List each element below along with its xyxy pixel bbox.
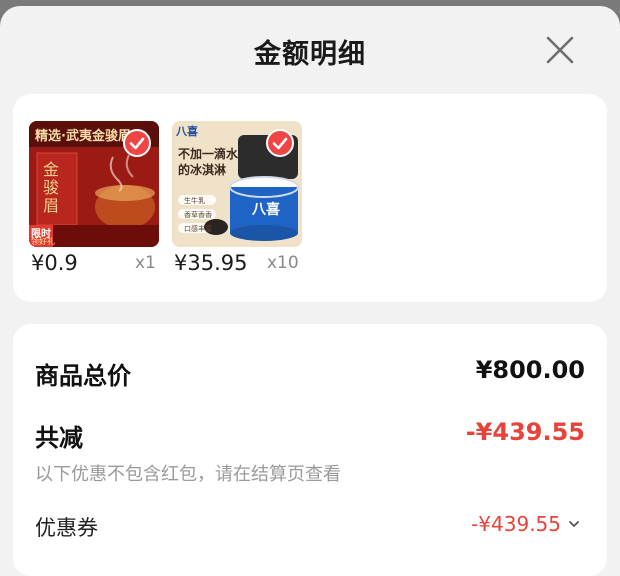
coupon-value: -¥439.55 xyxy=(471,512,561,536)
total-price-label: 商品总价 xyxy=(35,362,131,390)
product-price: ¥0.9 xyxy=(31,251,78,275)
thumb-tag: 口感丰富 xyxy=(184,225,212,233)
thumb-headline-line1: 不加一滴水 xyxy=(178,147,239,161)
sheet-title: 金额明细 xyxy=(254,39,366,70)
product-item[interactable]: 精选·武夷金骏眉 金骏眉 限时 领好礼 ¥0.9 x1 xyxy=(29,121,159,275)
discount-note: 以下优惠不包含红包，请在结算页查看 xyxy=(35,464,341,485)
amount-detail-sheet: 金额明细 精选·武夷金骏眉 金骏眉 限时 领好礼 ¥0.9 x1 八喜 不加一滴… xyxy=(0,6,620,576)
selected-check-icon xyxy=(123,129,151,157)
close-button[interactable] xyxy=(540,30,580,70)
total-discount-value: -¥439.55 xyxy=(465,418,585,446)
thumb-tag: 香草香香 xyxy=(184,211,212,219)
thumb-badge-sub: 领好礼 xyxy=(31,237,55,246)
thumb-headline-line2: 的冰淇淋 xyxy=(178,163,227,177)
sheet-header: 金额明细 xyxy=(0,6,620,94)
coupon-row-button[interactable]: -¥439.55 xyxy=(471,512,581,536)
thumb-tag: 生牛乳 xyxy=(184,197,205,205)
product-price: ¥35.95 xyxy=(174,251,248,275)
thumb-headline: 精选·武夷金骏眉 xyxy=(35,129,131,144)
products-card: 精选·武夷金骏眉 金骏眉 限时 领好礼 ¥0.9 x1 八喜 不加一滴水 的冰淇… xyxy=(13,94,607,302)
summary-card: 商品总价 ¥800.00 共减 -¥439.55 以下优惠不包含红包，请在结算页… xyxy=(13,324,607,576)
tub-logo: 八喜 xyxy=(252,202,280,218)
product-thumbnail: 八喜 不加一滴水 的冰淇淋 生牛乳 香草香香 口感丰富 八喜 xyxy=(172,121,302,247)
close-icon xyxy=(546,36,574,64)
total-discount-label: 共减 xyxy=(35,424,83,452)
product-thumbnail: 精选·武夷金骏眉 金骏眉 限时 领好礼 xyxy=(29,121,159,247)
selected-check-icon xyxy=(266,129,294,157)
coupon-label: 优惠券 xyxy=(35,516,98,540)
chevron-down-icon xyxy=(569,521,579,527)
thumb-brand: 金骏眉 xyxy=(43,160,60,215)
product-quantity: x10 xyxy=(267,253,299,273)
thumb-logo: 八喜 xyxy=(176,125,198,138)
product-item[interactable]: 八喜 不加一滴水 的冰淇淋 生牛乳 香草香香 口感丰富 八喜 ¥35.95 x1… xyxy=(172,121,302,275)
total-price-value: ¥800.00 xyxy=(475,356,585,384)
product-quantity: x1 xyxy=(135,253,156,273)
